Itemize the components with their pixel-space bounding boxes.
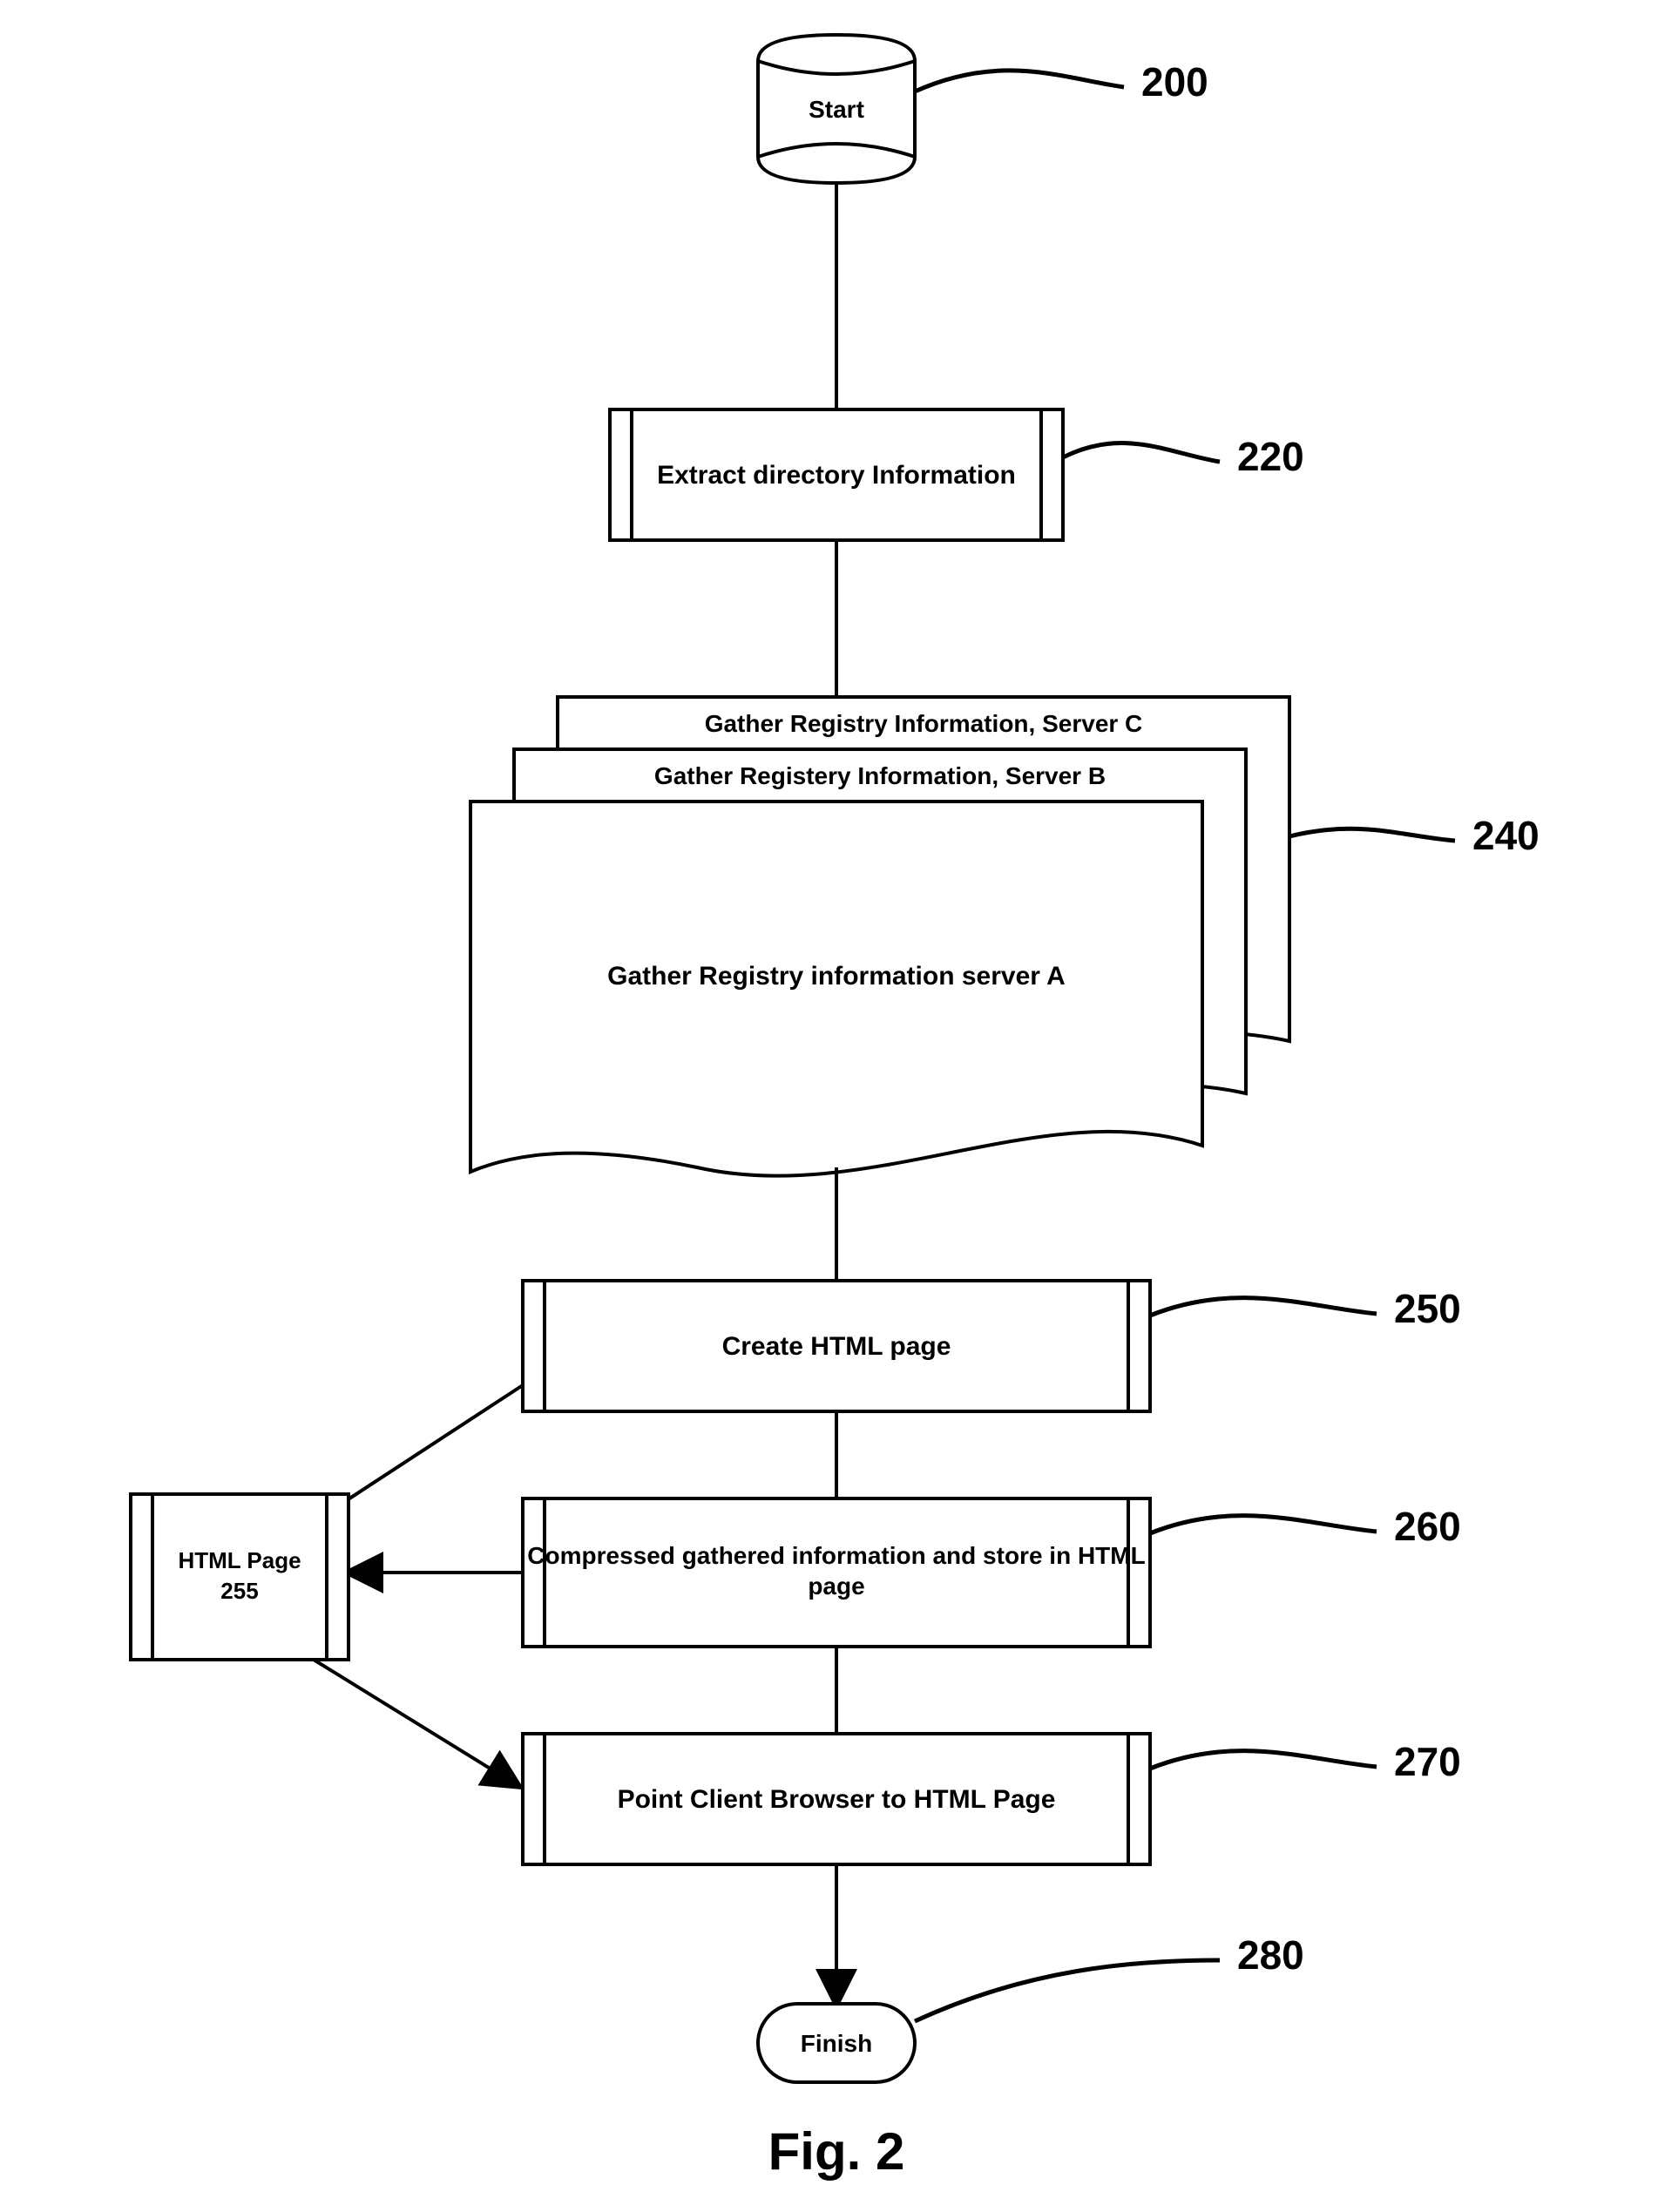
create-label: Create HTML page — [722, 1332, 951, 1361]
node-compress: Compressed gathered information and stor… — [523, 1498, 1150, 1647]
ref-240: 240 — [1472, 813, 1540, 858]
ref-270: 270 — [1394, 1739, 1461, 1784]
html-page-label-1: HTML Page — [178, 1547, 301, 1573]
flowchart-svg: Start 200 Extract directory Information … — [0, 0, 1658, 2212]
leader-270 — [1150, 1751, 1377, 1769]
leader-280 — [915, 1960, 1220, 2021]
start-label: Start — [809, 96, 864, 123]
flowchart-figure: Start 200 Extract directory Information … — [0, 0, 1658, 2212]
point-label: Point Client Browser to HTML Page — [618, 1785, 1056, 1814]
ref-280: 280 — [1237, 1932, 1304, 1978]
node-point: Point Client Browser to HTML Page — [523, 1734, 1150, 1864]
node-gather-a: Gather Registry information server A — [470, 802, 1202, 1176]
leader-220 — [1063, 443, 1220, 462]
extract-label: Extract directory Information — [657, 461, 1016, 490]
finish-label: Finish — [801, 2030, 872, 2057]
leader-200 — [915, 71, 1124, 91]
edge-htmlpage-to-point — [314, 1660, 518, 1786]
html-page-label-2: 255 — [220, 1578, 258, 1604]
compress-label-1: Compressed gathered information and stor… — [527, 1542, 1145, 1569]
compress-label-2: page — [808, 1573, 864, 1600]
node-start: Start — [758, 35, 915, 183]
node-finish: Finish — [758, 2004, 915, 2082]
leader-240 — [1289, 829, 1455, 841]
ref-220: 220 — [1237, 434, 1304, 479]
gather-a-label: Gather Registry information server A — [607, 962, 1066, 991]
leader-260 — [1150, 1516, 1377, 1533]
ref-260: 260 — [1394, 1504, 1461, 1549]
gather-c-label: Gather Registry Information, Server C — [705, 710, 1143, 737]
ref-200: 200 — [1141, 59, 1208, 105]
node-create: Create HTML page — [523, 1281, 1150, 1411]
ref-250: 250 — [1394, 1286, 1461, 1331]
gather-b-label: Gather Registery Information, Server B — [654, 762, 1106, 789]
node-html-page: HTML Page 255 — [131, 1494, 349, 1660]
node-extract: Extract directory Information — [610, 409, 1063, 540]
figure-label: Fig. 2 — [768, 2122, 905, 2181]
leader-250 — [1150, 1298, 1377, 1316]
